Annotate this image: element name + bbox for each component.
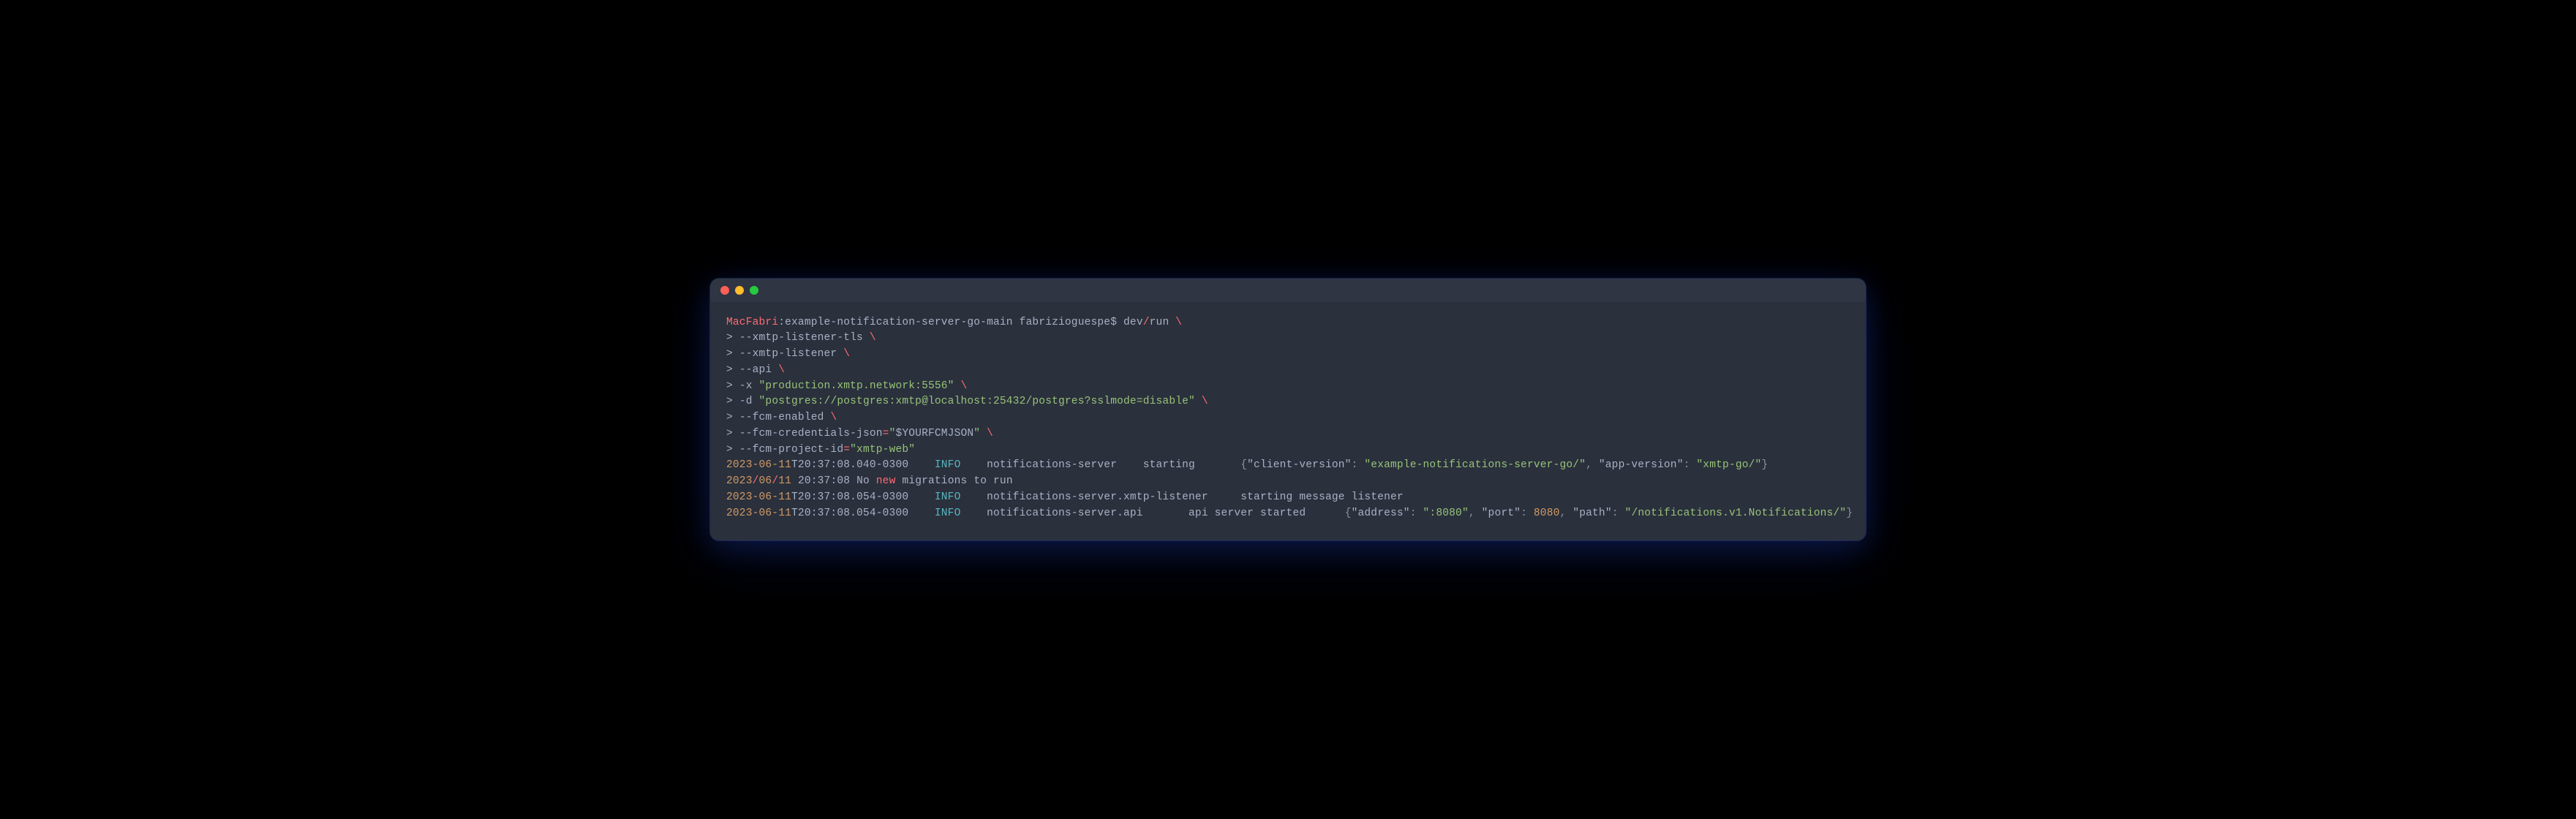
cwd: example-notification-server-go-main [785, 317, 1013, 328]
user: fabrizioguespe$ [1013, 317, 1123, 328]
window-titlebar [710, 279, 1866, 302]
hostname: MacFabri [726, 317, 778, 328]
log-date: 2023-06-11 [726, 459, 791, 471]
close-icon[interactable] [720, 286, 729, 295]
minimize-icon[interactable] [735, 286, 744, 295]
terminal-window: MacFabri:example-notification-server-go-… [710, 279, 1866, 541]
terminal-output: MacFabri:example-notification-server-go-… [710, 302, 1866, 541]
maximize-icon[interactable] [750, 286, 758, 295]
log-level: INFO [935, 459, 961, 471]
